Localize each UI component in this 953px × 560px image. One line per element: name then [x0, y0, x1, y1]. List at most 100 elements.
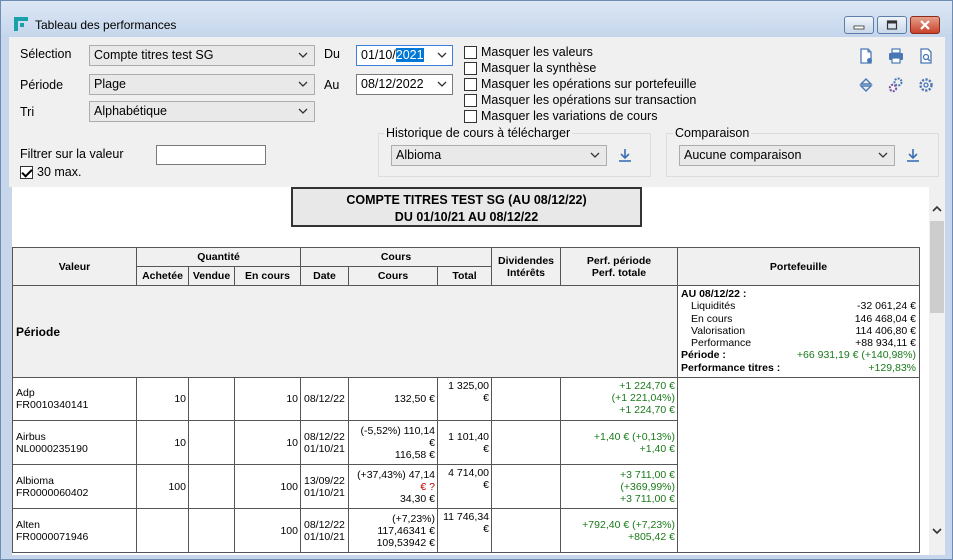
scrollbar-thumb[interactable]	[930, 221, 944, 313]
checkbox-masquer-operations-transaction[interactable]: Masquer les opérations sur transaction	[464, 93, 696, 107]
date-2: 01/10/21	[304, 530, 345, 543]
chevron-down-icon	[298, 52, 308, 58]
download-icon[interactable]	[905, 147, 921, 163]
checkbox-masquer-variations-cours[interactable]: Masquer les variations de cours	[464, 109, 657, 123]
chevron-down-icon[interactable]	[931, 525, 943, 537]
comparaison-select[interactable]: Aucune comparaison	[679, 145, 895, 166]
perf-titres-label: Performance titres :	[681, 361, 781, 374]
selection-label: Sélection	[20, 47, 72, 61]
perf-1: +792,40 € (+7,23%)	[582, 518, 675, 531]
historique-select[interactable]: Albioma	[391, 145, 607, 166]
au-date-field[interactable]: 08/12/2022	[356, 74, 453, 95]
tri-select[interactable]: Alphabétique	[89, 101, 315, 122]
selection-select[interactable]: Compte titres test SG	[89, 45, 315, 66]
checkbox-label: Masquer les valeurs	[481, 45, 593, 59]
du-date-field[interactable]: 01/10/2021	[356, 45, 453, 66]
total-cell: 11 746,34 €	[437, 508, 492, 553]
download-icon[interactable]	[617, 147, 633, 163]
header-date: Date	[300, 266, 349, 286]
minimize-button[interactable]	[844, 16, 874, 34]
periode-value: Plage	[94, 77, 126, 91]
checkbox-box[interactable]	[464, 77, 477, 91]
comparaison-value: Aucune comparaison	[684, 148, 802, 162]
perf-cell: +3 711,00 € (+369,99%) +3 711,00 €	[560, 464, 678, 509]
dividendes-cell	[491, 420, 561, 465]
achetee-cell: 100	[136, 464, 189, 509]
checkbox-masquer-synthese[interactable]: Masquer la synthèse	[464, 61, 596, 75]
valeur-isin: FR0000060402	[16, 486, 89, 499]
vendue-cell	[188, 377, 235, 421]
checkbox-box[interactable]	[464, 61, 477, 75]
total-2: €	[483, 523, 489, 535]
window-title: Tableau des performances	[35, 18, 177, 32]
vertical-scrollbar[interactable]	[929, 187, 945, 555]
periode-section-label: Période	[12, 285, 678, 378]
performance-table: Valeur Quantité Cours Dividendes Intérêts…	[12, 247, 920, 553]
filter-label: Filtrer sur la valeur	[20, 147, 124, 161]
periode-perf-label: Période :	[681, 349, 726, 362]
checkbox-30-max[interactable]: 30 max.	[20, 165, 81, 179]
vendue-cell	[188, 508, 235, 553]
date-1: 13/09/22	[304, 474, 345, 487]
cours-1: (+7,23%)	[392, 512, 435, 525]
header-en-cours: En cours	[234, 266, 301, 286]
en-cours-cell: 10	[234, 420, 301, 465]
new-document-icon[interactable]	[857, 47, 875, 65]
perf-1: +1,40 € (+0,13%)	[593, 430, 675, 443]
achetee-cell: 10	[136, 377, 189, 421]
close-button[interactable]	[910, 16, 940, 34]
checkbox-masquer-operations-portefeuille[interactable]: Masquer les opérations sur portefeuille	[464, 77, 696, 91]
comparaison-label: Comparaison	[673, 126, 752, 140]
controls-panel: Sélection Compte titres test SG Période …	[9, 37, 945, 187]
date-cell: 13/09/22 01/10/21	[300, 464, 349, 509]
portefeuille-empty-cell	[677, 377, 920, 553]
valorisation-label: Valorisation	[691, 324, 746, 337]
cours-1: (+37,43%) 47,14	[357, 468, 435, 481]
checkbox-label: Masquer les variations de cours	[481, 109, 658, 123]
total-1: 1 101,40	[448, 430, 489, 443]
header-total: Total	[437, 266, 492, 286]
checkbox-box[interactable]	[464, 109, 477, 123]
sort-up-down-icon[interactable]	[857, 76, 875, 94]
valeur-name: Adp	[16, 387, 35, 399]
filter-input[interactable]	[156, 145, 266, 165]
en-cours-row: En cours 146 468,04 €	[681, 313, 916, 325]
vendue-cell	[188, 420, 235, 465]
au-label: Au	[324, 78, 340, 92]
settings-gear-icon[interactable]	[917, 76, 935, 94]
preview-icon[interactable]	[917, 47, 935, 65]
chevron-down-icon	[298, 108, 308, 114]
print-icon[interactable]	[887, 47, 905, 65]
checkbox-masquer-valeurs[interactable]: Masquer les valeurs	[464, 45, 593, 59]
header-dividendes: Dividendes	[497, 254, 555, 267]
maximize-icon	[886, 20, 898, 30]
table-row[interactable]: Adp FR0010340141 10 10 08/12/22 132,50 € …	[12, 377, 920, 553]
en-cours-label: En cours	[691, 312, 733, 325]
periode-select[interactable]: Plage	[89, 74, 315, 95]
periode-label: Période	[20, 78, 64, 92]
gears-icon[interactable]	[887, 76, 905, 94]
liquidites-value: -32 061,24 €	[857, 300, 916, 313]
cours-3: 109,53942 €	[376, 536, 435, 549]
en-cours-cell: 10	[234, 377, 301, 421]
maximize-button[interactable]	[877, 16, 907, 34]
checkbox-box[interactable]	[464, 93, 477, 107]
header-quantite: Quantité	[136, 247, 301, 267]
historique-label: Historique de cours à télécharger	[384, 126, 573, 140]
checkbox-box-checked[interactable]	[20, 165, 33, 179]
title-bar[interactable]: Tableau des performances	[1, 1, 952, 37]
cours-cell: (+7,23%) 117,46341 €109,53942 €	[348, 508, 438, 553]
checkbox-box[interactable]	[464, 45, 477, 59]
perf-2: +1,40 €	[639, 442, 675, 455]
du-date-prefix: 01/10/	[361, 48, 396, 62]
app-logo-icon	[14, 17, 28, 31]
selection-value: Compte titres test SG	[94, 48, 214, 62]
total-2: €	[483, 392, 489, 404]
report-title-line2: DU 01/10/21 AU 08/12/22	[394, 210, 539, 224]
perf-3: +3 711,00 €	[620, 492, 675, 505]
valorisation-value: 114 406,80 €	[855, 324, 916, 337]
portefeuille-heading: AU 08/12/22 :	[681, 288, 747, 300]
total-cell: 1 101,40 €	[437, 420, 492, 465]
chevron-up-icon[interactable]	[931, 203, 943, 215]
chevron-down-icon	[878, 152, 888, 158]
